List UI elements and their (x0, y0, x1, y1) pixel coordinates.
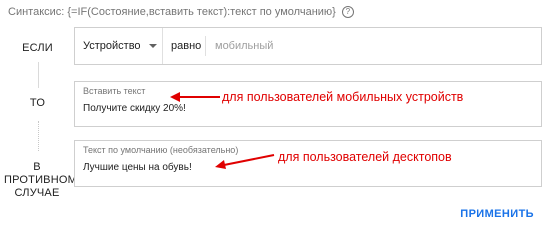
else-label: В ПРОТИВНОМ СЛУЧАЕ (4, 161, 77, 200)
annotation-arrow-2 (215, 154, 275, 169)
condition-operator: равно (171, 40, 202, 52)
then-label: ТО (29, 97, 46, 109)
annotation-arrow-1 (170, 92, 220, 102)
annotation-desktop: для пользователей десктопов (278, 150, 452, 164)
operator-divider (205, 36, 206, 56)
else-label-line-1: В (33, 161, 41, 173)
connector-dotted-line (38, 121, 39, 151)
connector-line (38, 62, 39, 88)
condition-field-value: Устройство (83, 40, 141, 52)
if-label: ЕСЛИ (22, 42, 53, 54)
dropdown-arrow-icon (148, 44, 157, 48)
apply-button[interactable]: ПРИМЕНИТЬ (460, 208, 534, 220)
insert-text-label: Вставить текст (83, 86, 146, 96)
insert-text-value: Получите скидку 20%! (83, 103, 186, 114)
condition-field-dropdown[interactable]: Устройство (75, 28, 163, 64)
else-label-line-2: ПРОТИВНОМ (4, 174, 77, 186)
syntax-text: Синтаксис: {=IF(Состояние,вставить текст… (8, 6, 336, 18)
syntax-hint: Синтаксис: {=IF(Состояние,вставить текст… (8, 6, 354, 18)
condition-value[interactable]: мобильный (215, 28, 273, 64)
condition-row: Устройство равно мобильный (74, 27, 542, 65)
default-text-value: Лучшие цены на обувь! (83, 162, 192, 173)
annotation-mobile: для пользователей мобильных устройств (222, 90, 464, 104)
else-label-line-3: СЛУЧАЕ (14, 187, 60, 199)
insert-text-field[interactable]: Вставить текст Получите скидку 20%! (74, 81, 542, 127)
help-icon[interactable]: ? (341, 6, 354, 18)
